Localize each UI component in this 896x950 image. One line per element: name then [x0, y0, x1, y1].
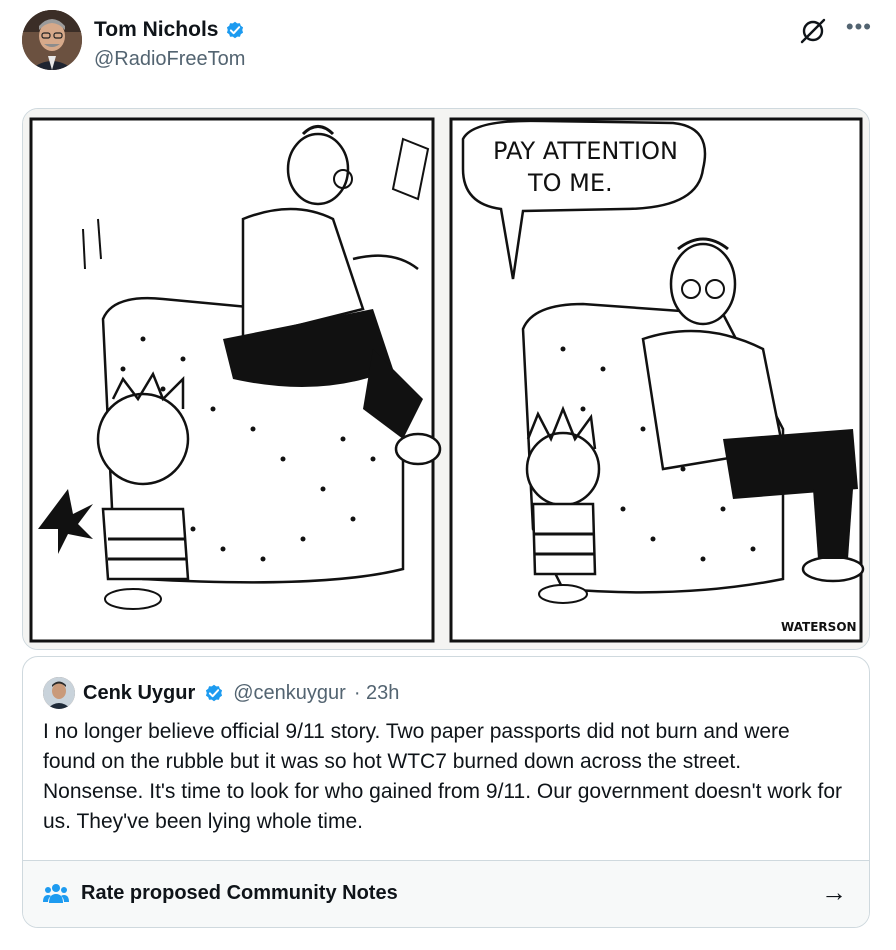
- quoted-post[interactable]: Cenk Uygur @cenkuygur · 23h I no longer …: [22, 656, 870, 928]
- quoted-post-time[interactable]: · 23h: [354, 682, 400, 705]
- verified-badge-icon: [206, 684, 223, 702]
- community-notes-icon: [43, 884, 69, 903]
- arrow-right-icon[interactable]: →: [821, 877, 847, 908]
- community-notes-bar[interactable]: Rate proposed Community Notes →: [23, 860, 869, 927]
- quoted-author-name[interactable]: Cenk Uygur: [83, 682, 195, 705]
- author-name[interactable]: Tom Nichols: [94, 18, 218, 42]
- speech-bubble-line-1: PAY ATTENTION: [493, 137, 678, 165]
- author-handle[interactable]: @RadioFreeTom: [94, 48, 245, 71]
- quoted-avatar[interactable]: [43, 677, 75, 709]
- quoted-post-text: I no longer believe official 9/11 story.…: [43, 720, 843, 833]
- quoted-author-handle[interactable]: @cenkuygur: [233, 682, 346, 705]
- verified-badge-icon: [227, 21, 244, 39]
- speech-bubble-line-2: TO ME.: [527, 169, 613, 197]
- more-icon[interactable]: •••: [846, 14, 872, 40]
- grok-icon[interactable]: [798, 16, 828, 46]
- community-notes-label[interactable]: Rate proposed Community Notes: [81, 882, 398, 905]
- comic-signature: WATERSON: [781, 620, 857, 634]
- post-header: Tom Nichols @RadioFreeTom •••: [22, 10, 874, 72]
- comic-image[interactable]: PAY ATTENTION TO ME. WATERSON: [22, 108, 870, 650]
- author-avatar[interactable]: [22, 10, 82, 70]
